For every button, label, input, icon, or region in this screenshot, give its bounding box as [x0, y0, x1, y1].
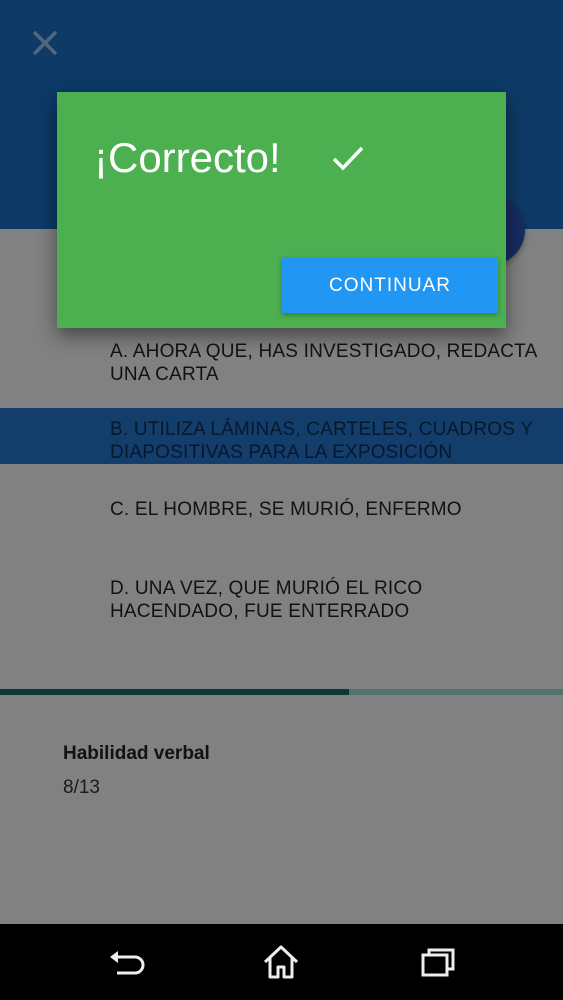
back-icon[interactable] — [105, 941, 147, 983]
recent-apps-icon[interactable] — [417, 941, 459, 983]
correct-answer-dialog: ¡Correcto! CONTINUAR — [57, 92, 506, 328]
dialog-title: ¡Correcto! — [94, 134, 281, 181]
system-nav-bar — [0, 924, 563, 1000]
continue-button[interactable]: CONTINUAR — [282, 258, 498, 313]
home-icon[interactable] — [260, 941, 302, 983]
check-icon — [332, 146, 364, 171]
